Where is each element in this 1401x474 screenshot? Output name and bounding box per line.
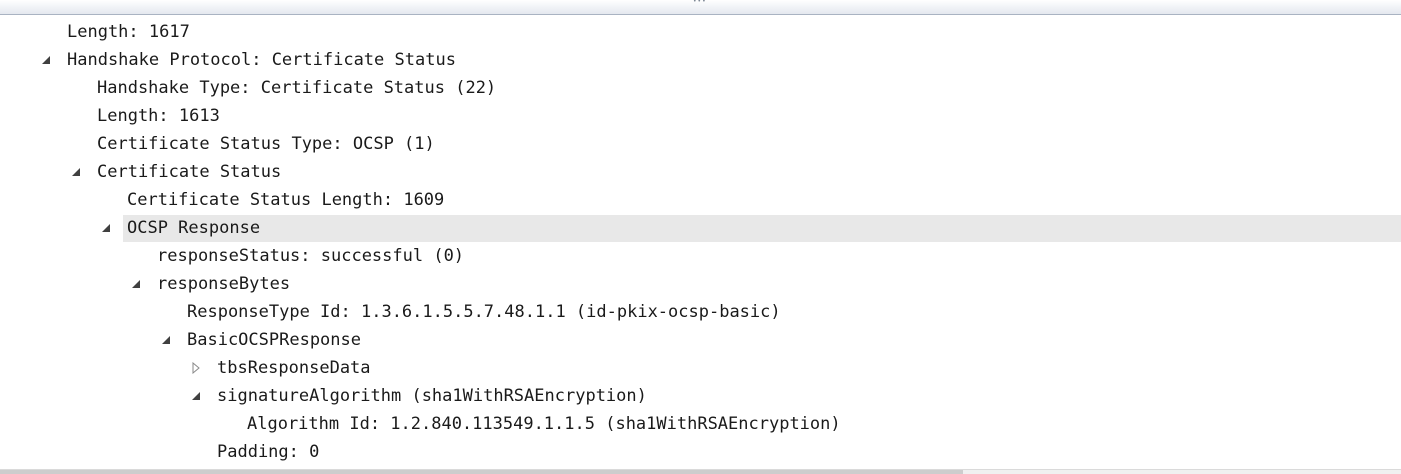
tree-row-label: BasicOCSPResponse xyxy=(187,330,361,350)
pane-splitter[interactable]: ••• xyxy=(0,0,1401,15)
tree-row-label: OCSP Response xyxy=(127,218,261,238)
tree-row-label: Handshake Protocol: Certificate Status xyxy=(67,50,456,70)
tree-row[interactable]: Padding: 0 xyxy=(0,438,1401,466)
tree-row[interactable]: responseBytes xyxy=(0,270,1401,298)
tree-row-label: Certificate Status Type: OCSP (1) xyxy=(97,134,435,154)
tree-row-label: Length: 1617 xyxy=(67,22,190,42)
tree-row[interactable]: Length: 1617 xyxy=(0,18,1401,46)
triangle-down-right-icon[interactable] xyxy=(159,326,173,354)
horizontal-scrollbar[interactable] xyxy=(0,469,1401,474)
tree-row[interactable]: Length: 1613 xyxy=(0,102,1401,130)
tree-row-label: Length: 1613 xyxy=(97,106,220,126)
tree-row[interactable]: responseStatus: successful (0) xyxy=(0,242,1401,270)
triangle-down-right-icon[interactable] xyxy=(129,270,143,298)
tree-row[interactable]: BasicOCSPResponse xyxy=(0,326,1401,354)
tree-row-label: Certificate Status Length: 1609 xyxy=(127,190,445,210)
triangle-down-right-icon[interactable] xyxy=(189,382,203,410)
selection-highlight xyxy=(123,215,1401,242)
tree-row-label: Algorithm Id: 1.2.840.113549.1.1.5 (sha1… xyxy=(247,414,841,434)
tree-row-label: signatureAlgorithm (sha1WithRSAEncryptio… xyxy=(217,386,647,406)
tree-row[interactable]: Certificate Status Length: 1609 xyxy=(0,186,1401,214)
tree-row-label: responseBytes xyxy=(157,274,291,294)
triangle-down-right-icon[interactable] xyxy=(99,214,113,242)
tree-row-label: Certificate Status xyxy=(97,162,282,182)
tree-row[interactable]: Handshake Type: Certificate Status (22) xyxy=(0,74,1401,102)
triangle-right-outline-icon[interactable] xyxy=(189,354,203,382)
tree-row[interactable]: Handshake Protocol: Certificate Status xyxy=(0,46,1401,74)
tree-row[interactable]: Certificate Status xyxy=(0,158,1401,186)
tree-row-label: responseStatus: successful (0) xyxy=(157,246,465,266)
tree-row[interactable]: tbsResponseData xyxy=(0,354,1401,382)
packet-detail-tree: Length: 1617 Handshake Protocol: Certific… xyxy=(0,18,1401,466)
tree-row[interactable]: signatureAlgorithm (sha1WithRSAEncryptio… xyxy=(0,382,1401,410)
tree-row-label: tbsResponseData xyxy=(217,358,371,378)
triangle-down-right-icon[interactable] xyxy=(69,158,83,186)
grip-dots-icon[interactable]: ••• xyxy=(693,0,711,5)
packet-details-pane: ••• Length: 1617 Handshake Protocol: Cert… xyxy=(0,0,1401,474)
scrollbar-thumb[interactable] xyxy=(0,470,963,474)
tree-row-label: Handshake Type: Certificate Status (22) xyxy=(97,78,497,98)
tree-row-label: ResponseType Id: 1.3.6.1.5.5.7.48.1.1 (i… xyxy=(187,302,781,322)
triangle-down-right-icon[interactable] xyxy=(39,46,53,74)
tree-row[interactable]: OCSP Response xyxy=(0,214,1401,242)
tree-row[interactable]: Certificate Status Type: OCSP (1) xyxy=(0,130,1401,158)
tree-row[interactable]: ResponseType Id: 1.3.6.1.5.5.7.48.1.1 (i… xyxy=(0,298,1401,326)
tree-row[interactable]: Algorithm Id: 1.2.840.113549.1.1.5 (sha1… xyxy=(0,410,1401,438)
tree-row-label: Padding: 0 xyxy=(217,442,320,462)
